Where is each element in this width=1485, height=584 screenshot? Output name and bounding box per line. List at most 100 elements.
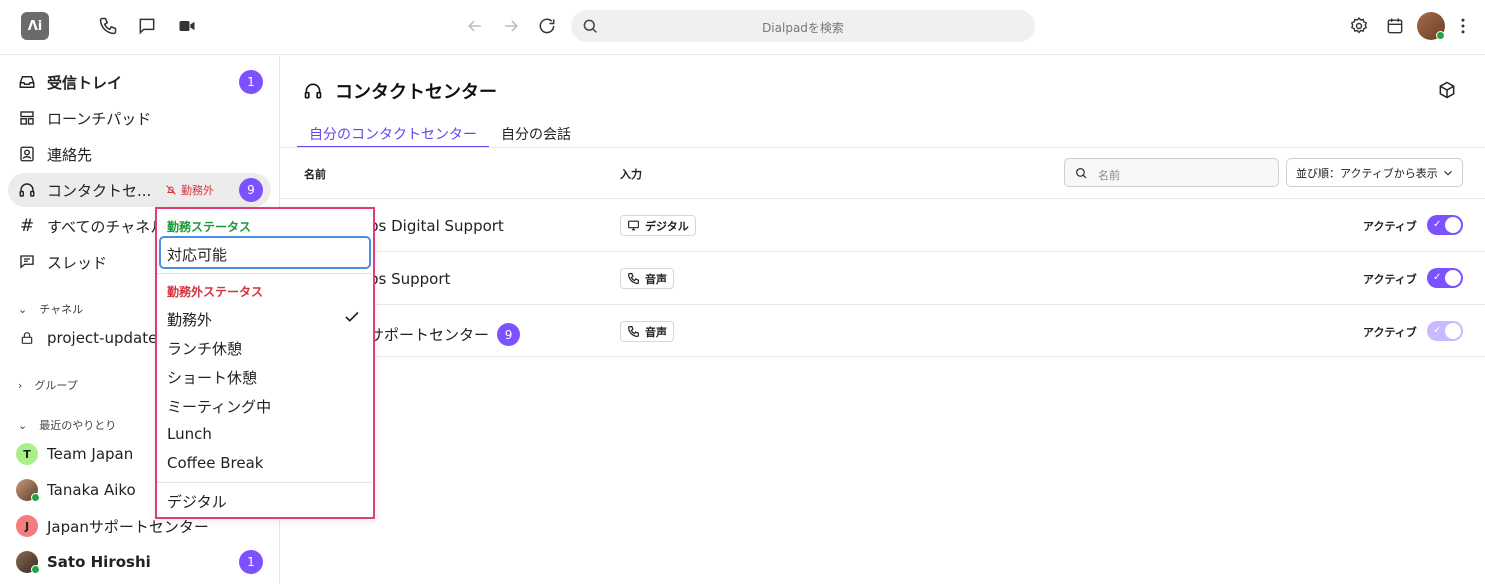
headset-icon	[18, 181, 36, 199]
check-icon: ✓	[1433, 325, 1442, 336]
menu-item-lunch[interactable]: Lunch	[167, 425, 212, 443]
input-chip: 音声	[620, 268, 674, 289]
tab-my-conversations[interactable]: 自分の会話	[489, 120, 583, 148]
row-name: bs Support	[369, 270, 451, 288]
sidebar-item-contacts[interactable]: 連絡先	[8, 137, 271, 171]
count-badge: 9	[239, 178, 263, 202]
check-icon	[345, 311, 359, 322]
name-filter-input[interactable]: 名前	[1064, 158, 1279, 187]
row-name: bs Digital Support	[369, 217, 504, 235]
sidebar-item-inbox[interactable]: 受信トレイ 1	[8, 65, 271, 99]
input-chip: デジタル	[620, 215, 696, 236]
off-duty-label: 勤務外	[181, 184, 214, 197]
column-header-name[interactable]: 名前	[304, 166, 326, 182]
app-logo[interactable]: ᐱi	[21, 12, 49, 40]
chevron-right-icon: ›	[18, 378, 23, 392]
recent-section-header[interactable]: ⌄ 最近のやりとり	[18, 417, 116, 433]
table-row[interactable]: bs Support 音声 アクティブ ✓	[281, 251, 1485, 304]
off-duty-header: 勤務外ステータス	[167, 285, 264, 299]
gear-icon[interactable]	[1347, 14, 1371, 38]
menu-item-coffee-break[interactable]: Coffee Break	[167, 454, 263, 472]
sidebar-item-label: スレッド	[47, 253, 108, 272]
check-icon: ✓	[1433, 272, 1442, 283]
chevron-down-icon: ⌄	[18, 418, 28, 432]
menu-divider	[157, 482, 372, 483]
contacts-icon	[18, 145, 36, 163]
lock-icon	[18, 329, 36, 347]
check-icon: ✓	[1433, 219, 1442, 230]
groups-section-header[interactable]: › グループ	[18, 377, 78, 393]
presence-online-indicator	[31, 565, 40, 574]
sidebar-item-label: ローンチパッド	[47, 109, 152, 128]
table-row[interactable]: bs Digital Support デジタル アクティブ ✓	[281, 198, 1485, 251]
sidebar-item-label: コンタクトセ...	[47, 181, 152, 200]
menu-divider	[157, 273, 372, 274]
back-arrow-icon[interactable]	[463, 14, 487, 38]
section-label: 最近のやりとり	[39, 419, 117, 432]
sidebar-item-label: 連絡先	[47, 145, 93, 164]
off-duty-status[interactable]: 勤務外	[165, 182, 214, 198]
presence-online-indicator	[1436, 31, 1445, 40]
recent-item-sato-hiroshi[interactable]: Sato Hiroshi 1	[8, 545, 271, 579]
active-toggle[interactable]: ✓	[1427, 321, 1463, 341]
chevron-down-icon	[1444, 170, 1452, 176]
page-title-text: コンタクトセンター	[335, 82, 497, 103]
menu-item-available[interactable]: 対応可能	[167, 244, 227, 265]
menu-item-digital[interactable]: デジタル	[167, 491, 227, 512]
video-icon[interactable]	[175, 14, 199, 38]
table-row[interactable]: サポートセンター 9 音声 アクティブ ✓	[281, 304, 1485, 357]
status-dropdown-menu: 勤務ステータス 対応可能 勤務外ステータス 勤務外 ランチ休憩 ショート休憩 ミ…	[155, 207, 375, 519]
phone-icon[interactable]	[96, 14, 120, 38]
unread-badge: 1	[239, 70, 263, 94]
menu-item-in-meeting[interactable]: ミーティング中	[167, 396, 271, 417]
row-name-text: サポートセンター	[369, 326, 490, 344]
input-label: デジタル	[645, 219, 689, 233]
avatar: T	[16, 443, 38, 465]
menu-item-off-duty[interactable]: 勤務外	[167, 309, 212, 330]
tab-my-contact-centers[interactable]: 自分のコンタクトセンター	[297, 120, 489, 148]
sidebar-item-contact-center[interactable]: コンタクトセ... 勤務外 9	[8, 173, 271, 207]
reload-icon[interactable]	[535, 14, 559, 38]
menu-item-lunch-break[interactable]: ランチ休憩	[167, 338, 242, 359]
section-label: チャネル	[39, 303, 84, 316]
search-input[interactable]: Dialpadを検索	[571, 10, 1035, 42]
cube-icon[interactable]	[1437, 80, 1457, 100]
toggle-knob	[1445, 270, 1461, 286]
launchpad-icon	[18, 109, 36, 127]
toggle-knob	[1445, 323, 1461, 339]
recent-label: Tanaka Aiko	[47, 481, 136, 499]
message-icon[interactable]	[135, 14, 159, 38]
input-chip: 音声	[620, 321, 674, 342]
tabs-divider	[281, 147, 1485, 148]
calendar-icon[interactable]	[1383, 14, 1407, 38]
tab-bar: 自分のコンタクトセンター 自分の会話	[297, 120, 583, 148]
recent-label: Sato Hiroshi	[47, 553, 151, 571]
more-vertical-icon[interactable]	[1451, 14, 1475, 38]
section-label: グループ	[34, 379, 78, 392]
phone-icon	[628, 273, 639, 284]
sidebar-item-label: すべてのチャネル	[47, 217, 166, 236]
forward-arrow-icon[interactable]	[499, 14, 523, 38]
search-placeholder: Dialpadを検索	[762, 21, 844, 35]
sort-dropdown[interactable]: 並び順：アクティブから表示	[1286, 158, 1463, 187]
monitor-icon	[628, 220, 639, 231]
hash-icon: #	[19, 216, 35, 236]
unread-badge: 1	[239, 550, 263, 574]
sidebar-item-launchpad[interactable]: ローンチパッド	[8, 101, 271, 135]
presence-online-indicator	[31, 493, 40, 502]
main-content: コンタクトセンター 自分のコンタクトセンター 自分の会話 名前 入力 名前 並び…	[281, 56, 1485, 584]
menu-item-short-break[interactable]: ショート休憩	[167, 367, 257, 388]
row-status: アクティブ	[1363, 326, 1417, 339]
threads-icon	[18, 253, 36, 271]
active-toggle[interactable]: ✓	[1427, 268, 1463, 288]
filter-placeholder: 名前	[1098, 169, 1120, 182]
top-bar: ᐱi Dialpadを検索	[0, 0, 1485, 55]
active-toggle[interactable]: ✓	[1427, 215, 1463, 235]
channels-section-header[interactable]: ⌄ チャネル	[18, 301, 83, 317]
column-header-input[interactable]: 入力	[620, 166, 642, 182]
row-name: サポートセンター 9	[369, 323, 521, 346]
sort-label: 並び順：アクティブから表示	[1296, 166, 1438, 180]
row-status: アクティブ	[1363, 273, 1417, 286]
page-title: コンタクトセンター	[303, 78, 497, 104]
on-duty-header: 勤務ステータス	[167, 220, 252, 234]
